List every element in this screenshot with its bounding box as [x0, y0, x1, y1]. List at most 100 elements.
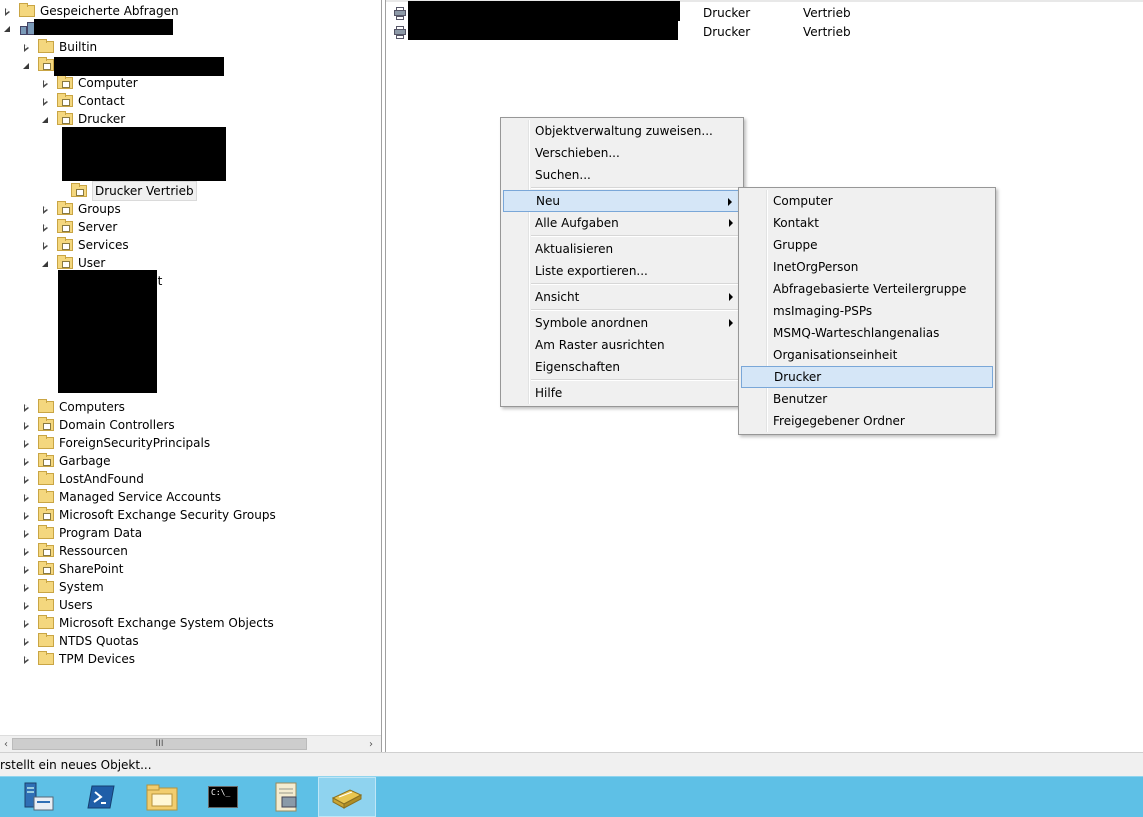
expand-arrow-icon[interactable]	[22, 547, 31, 556]
submenu-item-computer[interactable]: Computer	[741, 190, 993, 212]
menu-item-hilfe[interactable]: Hilfe	[503, 382, 741, 404]
menu-item-aktualisieren[interactable]: Aktualisieren	[503, 238, 741, 260]
expand-arrow-icon[interactable]	[22, 601, 31, 610]
menu-item-eigenschaften[interactable]: Eigenschaften	[503, 356, 741, 378]
tree-node-root-9[interactable]: SharePoint	[22, 560, 123, 578]
expand-arrow-icon[interactable]	[22, 619, 31, 628]
submenu-item-msmq-warteschlangenalias[interactable]: MSMQ-Warteschlangenalias	[741, 322, 993, 344]
tree-node-root-14[interactable]: TPM Devices	[22, 650, 135, 668]
submenu-item-kontakt[interactable]: Kontakt	[741, 212, 993, 234]
expand-arrow-icon[interactable]	[22, 511, 31, 520]
submenu-item-drucker[interactable]: Drucker	[741, 366, 993, 388]
expand-arrow-icon[interactable]	[22, 493, 31, 502]
tree-node-root-11[interactable]: Users	[22, 596, 93, 614]
tree-node-root-5[interactable]: Managed Service Accounts	[22, 488, 221, 506]
submenu-item-label: Freigegebener Ordner	[773, 414, 905, 428]
tree-node-root-0[interactable]: Computers	[22, 398, 125, 416]
tree-node-builtin[interactable]: Builtin	[22, 38, 97, 56]
list-cell-description: Vertrieb	[803, 25, 851, 39]
tree-node-root-6[interactable]: Microsoft Exchange Security Groups	[22, 506, 276, 524]
menu-item-label: Hilfe	[535, 386, 563, 400]
tree-horizontal-scrollbar[interactable]: ‹ III ›	[0, 735, 381, 752]
submenu-item-abfragebasierte-verteilergruppe[interactable]: Abfragebasierte Verteilergruppe	[741, 278, 993, 300]
submenu-item-benutzer[interactable]: Benutzer	[741, 388, 993, 410]
menu-separator	[531, 187, 741, 189]
redacted-printer-ous	[62, 127, 226, 181]
expand-arrow-icon[interactable]	[22, 475, 31, 484]
tree-node-root-2[interactable]: ForeignSecurityPrincipals	[22, 434, 210, 452]
expand-arrow-icon[interactable]	[41, 79, 50, 88]
tree-node-root-3[interactable]: Garbage	[22, 452, 111, 470]
redacted-domain-name	[34, 19, 173, 35]
expand-arrow-icon[interactable]	[22, 565, 31, 574]
tree-node-drucker[interactable]: Drucker	[41, 110, 125, 128]
submenu-arrow-icon	[729, 219, 733, 227]
expand-arrow-icon[interactable]	[22, 583, 31, 592]
expand-arrow-icon[interactable]	[41, 241, 50, 250]
tree-node-root-8[interactable]: Ressourcen	[22, 542, 128, 560]
taskbar-command-prompt[interactable]: C:\_	[194, 777, 252, 817]
expand-arrow-icon[interactable]	[22, 403, 31, 412]
scroll-left-icon[interactable]: ‹	[0, 737, 12, 752]
taskbar-file-explorer[interactable]	[133, 777, 191, 817]
collapse-arrow-icon[interactable]	[3, 24, 12, 33]
submenu-item-gruppe[interactable]: Gruppe	[741, 234, 993, 256]
submenu-item-inetorgperson[interactable]: InetOrgPerson	[741, 256, 993, 278]
tree-node-root-4[interactable]: LostAndFound	[22, 470, 144, 488]
menu-item-liste-exportieren[interactable]: Liste exportieren...	[503, 260, 741, 282]
tree-node-contact[interactable]: Contact	[41, 92, 125, 110]
menu-item-objektverwaltung-zuweisen[interactable]: Objektverwaltung zuweisen...	[503, 120, 741, 142]
expand-arrow-icon[interactable]	[22, 43, 31, 52]
menu-item-symbole-anordnen[interactable]: Symbole anordnen	[503, 312, 741, 334]
expand-arrow-icon[interactable]	[41, 205, 50, 214]
status-text: rstellt ein neues Objekt...	[0, 758, 152, 772]
ou-folder-icon	[57, 219, 73, 233]
collapse-arrow-icon[interactable]	[22, 61, 31, 70]
scroll-right-icon[interactable]: ›	[365, 737, 377, 752]
menu-item-alle-aufgaben[interactable]: Alle Aufgaben	[503, 212, 741, 234]
collapse-arrow-icon[interactable]	[41, 115, 50, 124]
expand-arrow-icon[interactable]	[22, 439, 31, 448]
tree-node-root-7[interactable]: Program Data	[22, 524, 142, 542]
collapse-arrow-icon[interactable]	[41, 259, 50, 268]
taskbar-active-directory[interactable]	[318, 777, 376, 817]
tree-node-root-1[interactable]: Domain Controllers	[22, 416, 175, 434]
menu-item-am-raster-ausrichten[interactable]: Am Raster ausrichten	[503, 334, 741, 356]
tree-node-server[interactable]: Server	[41, 218, 117, 236]
tree-node-groups[interactable]: Groups	[41, 200, 121, 218]
submenu-item-organisationseinheit[interactable]: Organisationseinheit	[741, 344, 993, 366]
tree-node-root-10[interactable]: System	[22, 578, 104, 596]
tree-node-drucker-vertrieb[interactable]: Drucker Vertrieb	[63, 181, 197, 201]
tree-node-computer[interactable]: Computer	[41, 74, 138, 92]
tree-node-label: Server	[78, 220, 118, 234]
menu-item-verschieben[interactable]: Verschieben...	[503, 142, 741, 164]
expand-arrow-icon[interactable]	[41, 223, 50, 232]
expand-arrow-icon[interactable]	[3, 7, 12, 16]
tree-node-services[interactable]: Services	[41, 236, 129, 254]
tree-node-root-12[interactable]: Microsoft Exchange System Objects	[22, 614, 274, 632]
submenu-item-msimaging-psps[interactable]: msImaging-PSPs	[741, 300, 993, 322]
menu-item-ansicht[interactable]: Ansicht	[503, 286, 741, 308]
expand-arrow-icon[interactable]	[22, 655, 31, 664]
menu-item-neu[interactable]: Neu	[503, 190, 741, 212]
menu-item-suchen[interactable]: Suchen...	[503, 164, 741, 186]
tree-node-root-13[interactable]: NTDS Quotas	[22, 632, 139, 650]
expand-arrow-icon[interactable]	[22, 421, 31, 430]
ou-folder-icon	[57, 255, 73, 269]
taskbar-notepad[interactable]	[257, 777, 315, 817]
expand-arrow-icon[interactable]	[22, 637, 31, 646]
menu-item-label: Symbole anordnen	[535, 316, 649, 330]
list-row[interactable]: Drucker Vertrieb	[386, 20, 1143, 41]
folder-icon	[38, 633, 54, 647]
scroll-thumb[interactable]: III	[12, 738, 307, 750]
expand-arrow-icon[interactable]	[22, 529, 31, 538]
submenu-item-freigegebener-ordner[interactable]: Freigegebener Ordner	[741, 410, 993, 432]
tree-node-saved-queries[interactable]: Gespeicherte Abfragen	[3, 2, 179, 20]
ou-folder-icon	[71, 183, 87, 197]
expand-arrow-icon[interactable]	[22, 457, 31, 466]
console-tree[interactable]: Gespeicherte Abfragen Builtin Computer Con…	[0, 0, 382, 752]
expand-arrow-icon[interactable]	[41, 97, 50, 106]
ou-folder-icon	[57, 237, 73, 251]
taskbar-server-manager[interactable]	[10, 777, 68, 817]
taskbar-powershell[interactable]	[72, 777, 130, 817]
